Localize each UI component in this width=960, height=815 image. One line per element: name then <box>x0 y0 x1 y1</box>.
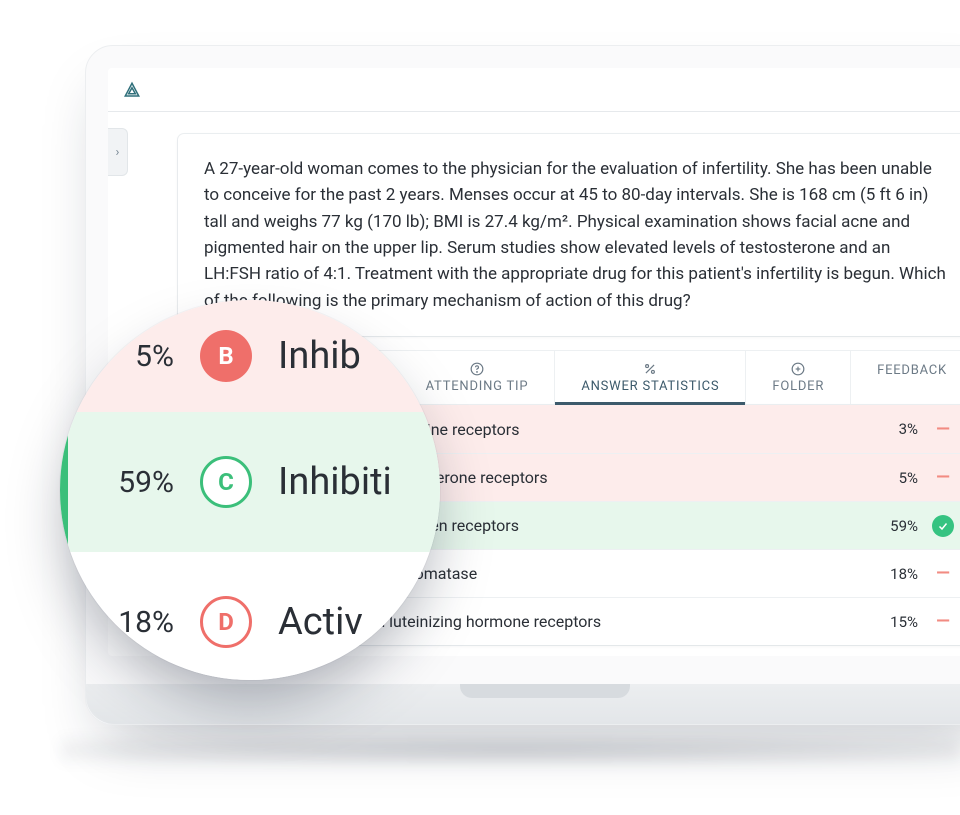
sidebar-collapse-handle[interactable]: › <box>108 128 128 176</box>
answer-status: — <box>930 467 956 488</box>
minus-icon: — <box>936 467 950 488</box>
chevron-right-icon: › <box>116 145 120 160</box>
zoom-percent: 5% <box>90 339 174 374</box>
percent-icon <box>643 361 657 377</box>
minus-icon: — <box>936 611 950 632</box>
zoom-accent <box>60 552 68 680</box>
tab-feedback[interactable]: FEEDBACK <box>851 351 960 404</box>
help-circle-icon <box>470 361 484 377</box>
minus-icon: — <box>936 563 950 584</box>
answer-status: — <box>930 611 956 632</box>
brand-logo-icon <box>122 80 142 100</box>
answer-letter-badge: B <box>200 330 252 382</box>
zoom-accent <box>60 300 68 412</box>
answer-status: — <box>930 419 956 440</box>
zoom-answer-text: Inhibiti <box>278 460 392 504</box>
zoom-row-c: 59% C Inhibiti <box>60 412 440 552</box>
tab-label: FEEDBACK <box>877 363 947 378</box>
answer-percent: 59% <box>860 517 918 535</box>
answer-status: — <box>930 563 956 584</box>
minus-icon: — <box>936 419 950 440</box>
answer-percent: 18% <box>860 565 918 583</box>
add-circle-icon <box>791 361 805 377</box>
tab-label: ATTENDING TIP <box>426 379 529 394</box>
zoom-lens: 5% B Inhib 59% C Inhibiti 18% D Activ <box>60 300 440 680</box>
tab-folder[interactable]: FOLDER <box>746 351 851 404</box>
question-stem-text: A 27-year-old woman comes to the physici… <box>204 159 946 311</box>
tab-label: FOLDER <box>772 379 824 394</box>
zoom-row-d: 18% D Activ <box>60 552 440 680</box>
tab-label: ANSWER STATISTICS <box>581 379 719 394</box>
zoom-answer-text: Activ <box>278 600 363 644</box>
answer-status <box>930 515 956 537</box>
check-circle-icon <box>932 515 954 537</box>
laptop-base <box>86 684 960 724</box>
zoom-answer-text: Inhib <box>278 334 361 378</box>
zoom-percent: 59% <box>90 465 174 500</box>
answer-letter-badge: D <box>200 596 252 648</box>
zoom-accent <box>60 412 68 552</box>
answer-percent: 15% <box>860 613 918 631</box>
answer-percent: 5% <box>860 469 918 487</box>
answer-percent: 3% <box>860 420 918 438</box>
zoom-row-b: 5% B Inhib <box>60 300 440 412</box>
tab-answer-statistics[interactable]: ANSWER STATISTICS <box>555 351 746 404</box>
zoom-percent: 18% <box>90 605 174 640</box>
answer-letter-badge: C <box>200 456 252 508</box>
top-bar <box>108 68 960 112</box>
device-shadow <box>60 735 960 765</box>
laptop-trackpad-notch <box>460 684 630 698</box>
